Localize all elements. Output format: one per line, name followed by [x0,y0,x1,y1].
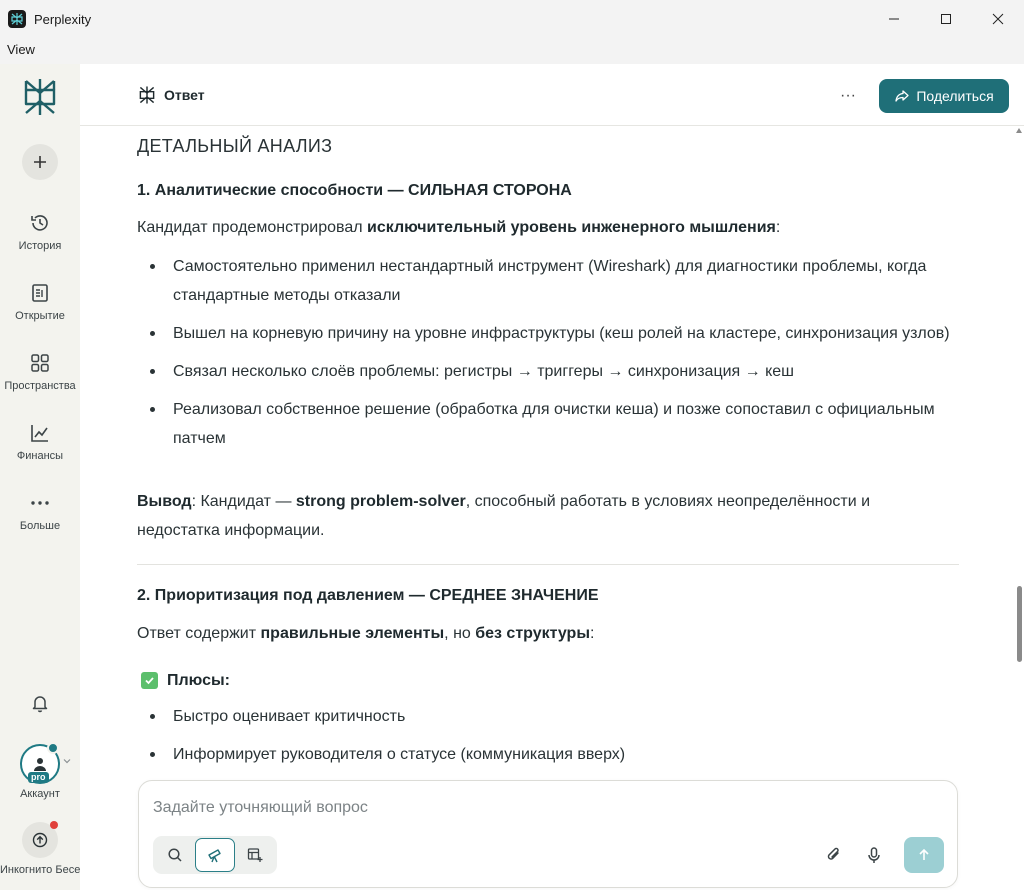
sidebar-item-finance[interactable]: Финансы [0,422,80,462]
section-intro: Ответ содержит правильные элементы, но б… [137,619,957,648]
sidebar-item-more[interactable]: Больше [0,492,80,532]
text: , но [444,625,476,642]
text: : Кандидат — [191,493,296,510]
pros-heading: Плюсы: [141,666,230,695]
list-item: Самостоятельно применил нестандартный ин… [137,252,967,310]
chevron-down-icon[interactable] [62,756,72,766]
bold-text: исключительный уровень инженерного мышле… [367,219,776,236]
thread-header: Ответ ··· Поделиться [80,64,1024,126]
scroll-up-arrow-icon[interactable] [1016,128,1022,133]
history-icon [31,215,48,231]
answer-title: ДЕТАЛЬНЫЙ АНАЛИЗ [137,136,333,156]
section-conclusion: Вывод: Кандидат — strong problem-solver,… [137,487,957,545]
section-intro: Кандидат продемонстрировал исключительны… [137,213,957,242]
sidebar-item-spaces[interactable]: Пространства [0,352,80,392]
share-button[interactable]: Поделиться [879,79,1009,113]
perplexity-logo-icon[interactable] [22,78,58,116]
account-avatar[interactable]: pro [20,742,60,784]
bold-text: Вывод [137,493,192,510]
mode-labs-button[interactable] [235,838,275,872]
spaces-icon [31,354,49,372]
telescope-icon [208,849,221,863]
sidebar-item-label: Больше [19,520,61,532]
tab-answer-label: Ответ [164,87,205,103]
send-button[interactable] [904,837,944,873]
text: Ответ содержит [137,625,261,642]
share-icon [895,90,909,102]
title-bar: Perplexity [0,0,1024,38]
close-window-button[interactable] [972,0,1024,38]
sidebar-item-label: История [18,240,62,252]
bell-icon[interactable] [29,692,51,714]
menu-bar: View [0,38,1024,64]
text: : [775,219,781,236]
mode-research-button[interactable] [195,838,235,872]
search-icon [168,848,182,862]
list-item: Вышел на корневую причину на уровне инфр… [137,319,967,348]
arrow-up-icon [919,848,929,860]
section-heading: 1. Аналитические способности — СИЛЬНАЯ С… [137,182,572,199]
list-item: Реализовал собственное решение (обработк… [137,395,967,453]
pro-badge: pro [28,772,49,783]
window-title: Perplexity [34,11,92,27]
sidebar-item-label: Пространства [4,380,76,392]
pros-label: Плюсы: [167,672,231,689]
minimize-button[interactable] [868,0,920,38]
minimize-icon [889,18,899,20]
maximize-button[interactable] [920,0,972,38]
answer-content: ДЕТАЛЬНЫЙ АНАЛИЗ 1. Аналитические способ… [137,126,967,890]
more-options-button[interactable]: ··· [836,84,860,108]
discover-icon [32,284,48,302]
menu-view[interactable]: View [7,42,35,57]
paperclip-icon[interactable] [824,845,844,865]
text: Кандидат продемонстрировал [137,219,368,236]
bullet-list: Быстро оценивает критичность Информирует… [137,702,967,778]
bullet-list: Самостоятельно применил нестандартный ин… [137,252,967,462]
bold-text: без структуры [475,625,590,642]
account-label: Аккаунт [20,788,60,800]
incognito-label: Инкогнито Беседа [0,864,80,876]
table-plus-icon [247,848,263,862]
perplexity-app-icon [8,10,26,28]
maximize-icon [941,14,951,24]
follow-up-input[interactable] [153,795,933,821]
check-mark-icon [141,672,158,689]
close-icon [992,13,1004,25]
content-scrollbar[interactable] [1014,126,1024,890]
sidebar: История Открытие Пространства Финансы Бо… [0,64,80,890]
more-icon [31,501,49,505]
sidebar-item-history[interactable]: История [0,212,80,252]
composer [138,780,958,888]
scrollbar-thumb[interactable] [1017,586,1022,662]
microphone-icon[interactable] [864,845,884,865]
share-button-label: Поделиться [916,88,994,104]
search-mode-group [153,836,277,874]
plus-icon [34,156,46,168]
user-icon [34,758,46,771]
tab-answer[interactable]: Ответ [138,86,205,104]
perplexity-mark-icon [139,86,155,104]
bold-text: правильные элементы [260,625,445,642]
sidebar-item-label: Открытие [15,310,65,322]
bold-text: strong problem-solver [295,493,466,510]
sidebar-item-label: Финансы [16,450,64,462]
mode-search-button[interactable] [155,838,195,872]
section-divider [137,564,959,565]
incognito-alert-dot [50,821,58,829]
sidebar-item-discover[interactable]: Открытие [0,282,80,322]
finance-icon [31,425,48,442]
text: : [590,625,595,642]
list-item: Информирует руководителя о статусе (комм… [137,740,967,769]
list-item: Быстро оценивает критичность [137,702,967,731]
arrow-up-circle-icon [32,832,48,848]
section-heading: 2. Приоритизация под давлением — СРЕДНЕЕ… [137,587,599,604]
list-item: Связал несколько слоёв проблемы: регистр… [137,357,967,386]
new-thread-button[interactable] [22,144,58,180]
notification-dot [47,742,59,754]
